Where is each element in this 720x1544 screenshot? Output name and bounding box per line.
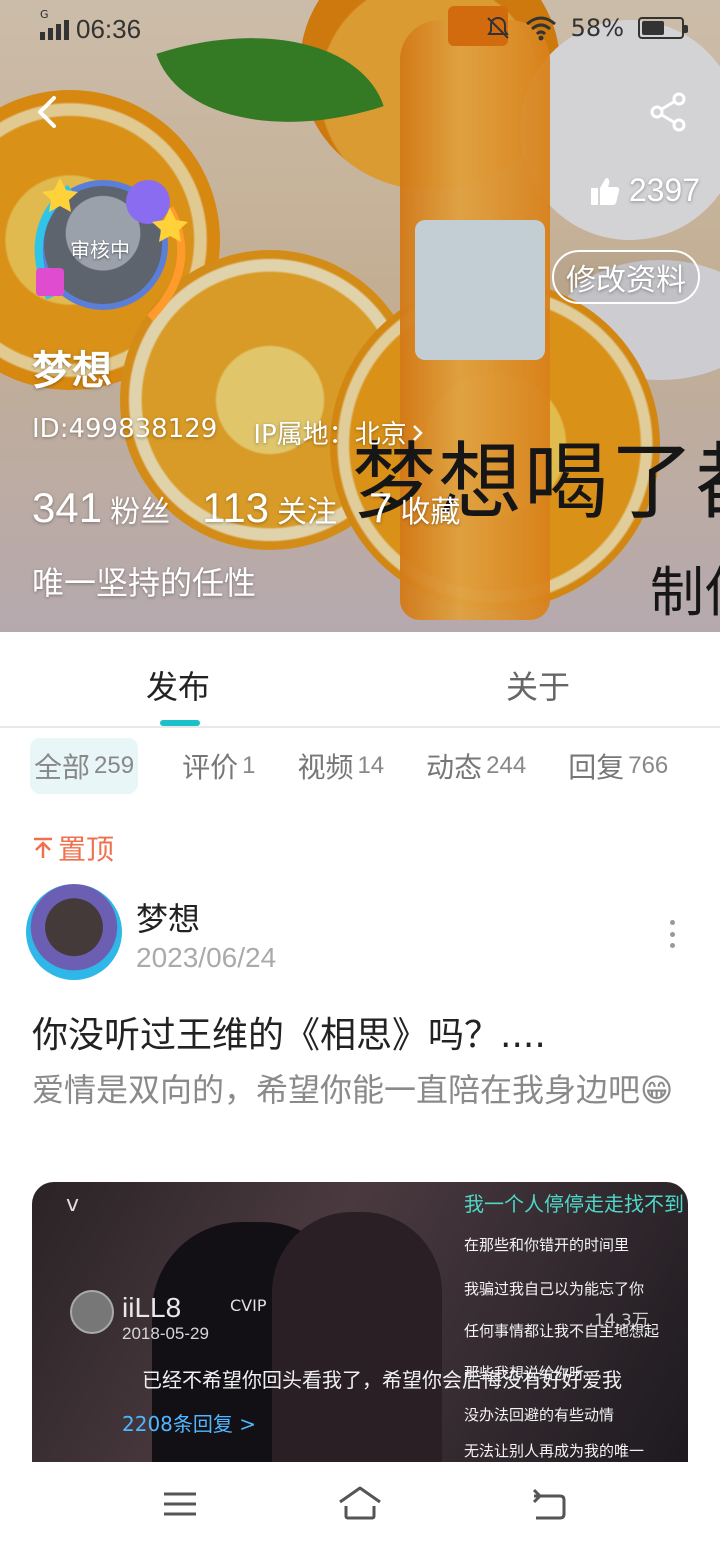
filter-videos[interactable]: 视频 14: [293, 738, 388, 794]
filter-label: 评价: [182, 751, 239, 784]
tab-indicator: [160, 720, 200, 726]
lyric-line: 无法让别人再成为我的唯一: [464, 1442, 645, 1460]
filter-count: 14: [357, 752, 385, 779]
media-figure: [272, 1212, 442, 1462]
profile-tabs: 发布 关于: [0, 632, 720, 728]
stat-followers[interactable]: 341 粉丝: [32, 484, 170, 532]
media-avatar: [70, 1290, 114, 1334]
share-icon: [650, 92, 686, 132]
filter-replies[interactable]: 回复 766: [564, 738, 672, 794]
media-date: 2018-05-29: [122, 1324, 209, 1343]
stat-value: 7: [369, 484, 393, 531]
username: 梦想: [32, 348, 112, 394]
pin-arrow-icon: [34, 837, 52, 858]
post-body[interactable]: 爱情是双向的，希望你能一直陪在我身边吧😁: [32, 1066, 692, 1114]
profile-stats: 341 粉丝 113 关注 7 收藏: [32, 484, 460, 532]
post-media-image[interactable]: v iiLL8 CVIP 2018-05-29 已经不希望你回头看我了，希望你会…: [32, 1182, 688, 1462]
media-username: iiLL8: [122, 1292, 182, 1323]
more-vertical-icon[interactable]: [660, 920, 684, 948]
profile-bio: 唯一坚持的任性: [32, 564, 257, 602]
status-right: 58%: [485, 14, 688, 42]
lyric-line: 我一个人停停走走找不到: [464, 1192, 684, 1216]
system-nav-bar: [0, 1462, 720, 1544]
filter-label: 视频: [297, 751, 354, 784]
post-author-avatar[interactable]: [26, 884, 122, 980]
filter-reviews[interactable]: 评价 1: [178, 738, 259, 794]
signal-icon: [40, 18, 70, 40]
post-date: 2023/06/24: [136, 942, 277, 973]
post-title[interactable]: 你没听过王维的《相思》吗？....: [32, 1006, 546, 1058]
stat-value: 113: [202, 484, 270, 531]
stat-value: 341: [32, 484, 103, 531]
post-author-name[interactable]: 梦想: [136, 894, 200, 940]
filter-count: 259: [94, 752, 135, 779]
filter-label: 动态: [426, 751, 483, 784]
filter-count: 1: [242, 752, 256, 779]
share-button[interactable]: [646, 90, 690, 134]
battery-level-fill: [642, 21, 664, 35]
back-nav-icon: [532, 1488, 566, 1520]
lyric-line: 我骗过我自己以为能忘了你: [464, 1280, 645, 1298]
nav-back-button[interactable]: [524, 1480, 572, 1528]
user-id: ID:499838129: [32, 414, 218, 444]
likes-counter: 2397: [589, 172, 700, 209]
wifi-icon: [525, 16, 556, 41]
stat-label: 收藏: [400, 495, 461, 530]
media-user-tag: CVIP: [230, 1296, 267, 1315]
nav-menu-button[interactable]: [156, 1480, 204, 1528]
back-button[interactable]: [28, 90, 72, 134]
avatar-review-overlay: 审核中: [70, 238, 130, 262]
profile-avatar[interactable]: 审核中: [30, 168, 190, 328]
lyric-line: 在那些和你错开的时间里: [464, 1236, 630, 1254]
likes-count: 2397: [628, 172, 700, 208]
stat-label: 关注: [277, 495, 338, 530]
media-replies: 2208条回复 >: [122, 1412, 257, 1436]
tab-about[interactable]: 关于: [506, 662, 570, 708]
chevron-right-icon: [412, 424, 423, 441]
pinned-text: 置顶: [58, 833, 115, 866]
mute-bell-icon: [486, 16, 509, 39]
media-chevron: v: [66, 1192, 80, 1217]
stat-label: 粉丝: [110, 495, 171, 530]
nav-home-button[interactable]: [336, 1480, 384, 1528]
status-bar: G 06:36 58%: [0, 0, 720, 56]
ip-location-link[interactable]: IP属地：北京: [253, 414, 424, 451]
filter-all[interactable]: 全部 259: [30, 738, 139, 794]
filter-count: 766: [628, 752, 669, 779]
filter-count: 244: [486, 752, 527, 779]
home-icon: [339, 1486, 381, 1520]
ip-location: IP属地：北京: [253, 420, 407, 450]
profile-meta: ID:499838129 IP属地：北京: [32, 414, 425, 451]
battery-percent: 58%: [570, 14, 624, 42]
menu-icon: [164, 1492, 196, 1516]
lyric-line: 没办法回避的有些动情: [464, 1406, 615, 1424]
filter-updates[interactable]: 动态 244: [422, 738, 530, 794]
filter-label: 全部: [34, 751, 91, 784]
battery-icon: [638, 17, 688, 39]
pinned-label: 置顶: [32, 828, 114, 868]
back-icon: [38, 96, 56, 128]
status-time: 06:36: [76, 14, 142, 44]
stat-following[interactable]: 113 关注: [202, 484, 337, 532]
thumbs-up-icon: [590, 177, 620, 205]
edit-profile-button[interactable]: 修改资料: [552, 250, 700, 304]
profile-banner: 梦想喝了都 制作 G 06:36 58%: [0, 0, 720, 640]
lyric-line: 那些我想说给你听: [464, 1364, 585, 1382]
lyric-line: 任何事情都让我不自主地想起: [464, 1322, 660, 1340]
filter-label: 回复: [568, 751, 625, 784]
content-filters: 全部 259 评价 1 视频 14 动态 244 回复 766: [30, 738, 672, 794]
stat-favorites[interactable]: 7 收藏: [369, 484, 460, 532]
tab-posts[interactable]: 发布: [146, 662, 210, 708]
